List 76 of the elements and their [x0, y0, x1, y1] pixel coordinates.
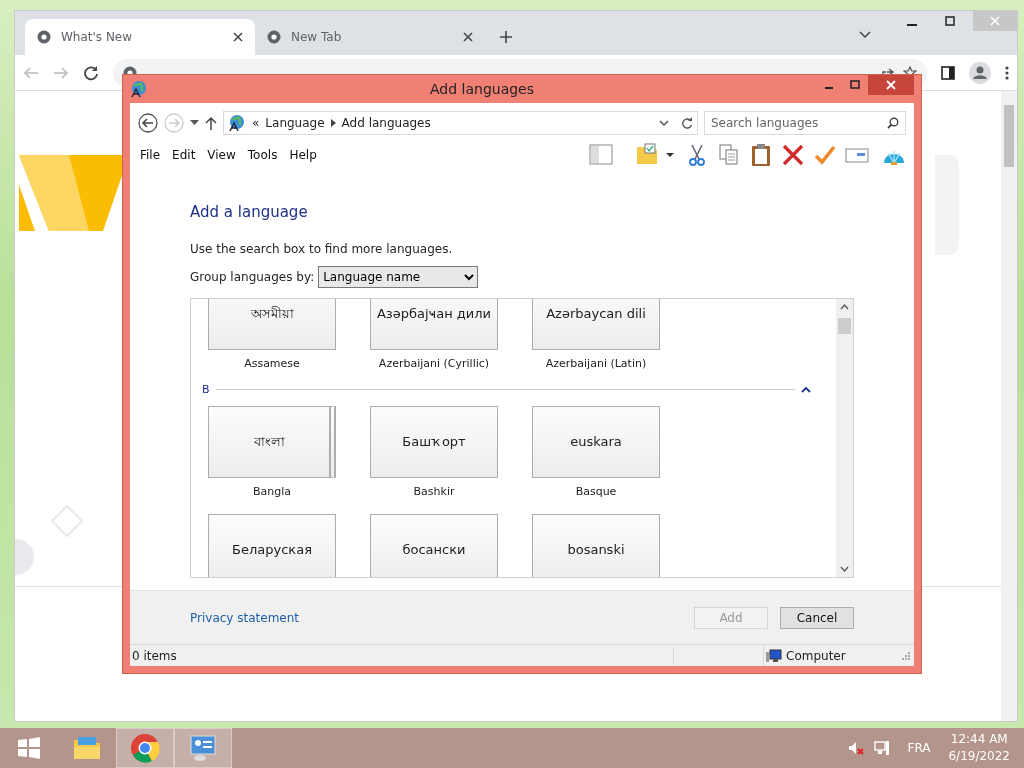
item-count: 0 items	[132, 648, 177, 663]
scroll-thumb[interactable]	[1004, 105, 1014, 167]
caret-icon[interactable]	[190, 120, 199, 126]
mute-icon[interactable]	[847, 740, 864, 756]
group-header: B	[202, 381, 210, 398]
window-title: Add languages	[429, 79, 535, 99]
caret-icon[interactable]	[859, 31, 871, 39]
language-tile[interactable]: Azərbaycan dili	[532, 298, 660, 350]
checkmark-icon[interactable]	[813, 143, 837, 167]
time-text: 12:44 AM	[949, 731, 1009, 748]
close-icon	[886, 80, 896, 90]
resize-grip-icon	[902, 651, 910, 660]
taskbar-button[interactable]	[116, 728, 174, 768]
close-button[interactable]	[868, 75, 914, 95]
reload-icon[interactable]	[83, 64, 99, 81]
side-panel-icon[interactable]	[941, 65, 955, 80]
clipboard-icon[interactable]	[749, 143, 773, 167]
cancel-button[interactable]: Cancel	[780, 606, 854, 629]
close-icon[interactable]	[463, 32, 473, 42]
windows-logo-icon	[17, 736, 41, 760]
language-tile[interactable]: অসমীয়া	[208, 298, 336, 350]
language-tile[interactable]: Азәрбајҹан дили	[370, 298, 498, 350]
maximize-icon	[945, 16, 955, 26]
language-name: Azerbaijani (Cyrillic)	[377, 355, 491, 372]
address-bar[interactable]: « Language Add languages	[223, 111, 698, 135]
language-tile[interactable]: босански	[370, 514, 498, 577]
control-panel-icon	[188, 733, 218, 763]
language-name: Assamese	[243, 355, 301, 372]
menu-item[interactable]: Help	[283, 144, 323, 166]
minimize-icon	[907, 24, 917, 26]
browser-tab[interactable]: What's New	[25, 19, 255, 55]
delete-icon[interactable]	[781, 143, 805, 167]
back-icon[interactable]	[138, 113, 158, 133]
language-name: Basque	[574, 484, 618, 500]
up-arrow-icon[interactable]	[205, 116, 217, 130]
profile-icon[interactable]	[969, 61, 991, 84]
instruction-text: Use the search box to find more languages.	[190, 240, 454, 258]
language-tile[interactable]: Беларуская	[208, 514, 336, 577]
chevron-icon	[330, 119, 336, 127]
date-text: 6/19/2022	[948, 748, 1010, 765]
privacy-link[interactable]: Privacy statement	[190, 608, 300, 627]
menu-item[interactable]: Tools	[241, 144, 284, 166]
taskbar-button[interactable]	[174, 728, 232, 768]
computer-icon	[766, 648, 782, 663]
scrollbar[interactable]	[836, 298, 853, 577]
language-tile[interactable]: Башҡорт	[370, 406, 498, 478]
menu-item[interactable]: File	[134, 144, 167, 166]
collapse-icon[interactable]	[801, 386, 811, 394]
menu-item[interactable]: View	[201, 144, 242, 166]
plus-icon[interactable]	[499, 30, 513, 44]
language-name: Bangla	[251, 484, 292, 500]
language-name: Azerbaijani (Latin)	[544, 355, 648, 372]
overflow-chevron[interactable]: «	[252, 114, 260, 132]
browser-tab[interactable]: New Tab	[255, 19, 485, 55]
menu-item[interactable]: Edit	[166, 144, 202, 166]
field-label: Group languages by:	[190, 268, 315, 286]
language-tile[interactable]: বাংলা	[208, 406, 336, 478]
heading: Add a language	[190, 202, 309, 223]
close-icon	[990, 16, 1000, 26]
language-tile[interactable]: bosanski	[532, 514, 660, 577]
maximize-icon	[850, 80, 860, 90]
search-icon[interactable]	[887, 117, 899, 129]
menu-icon[interactable]	[1005, 65, 1009, 80]
search-box[interactable]: Search languages	[704, 111, 906, 135]
scrollbar[interactable]	[1001, 91, 1017, 721]
network-icon[interactable]	[873, 740, 890, 756]
group-by-dropdown[interactable]: Language name	[318, 265, 479, 288]
breadcrumb-item[interactable]: Language	[265, 114, 325, 132]
close-icon[interactable]	[233, 32, 243, 42]
location-label: Computer	[786, 647, 846, 665]
language-tile[interactable]: euskara	[532, 406, 660, 478]
refresh-icon[interactable]	[681, 117, 693, 129]
scroll-thumb[interactable]	[838, 317, 851, 334]
dropdown-icon[interactable]	[659, 119, 669, 127]
language-name: Bashkir	[412, 484, 456, 500]
breadcrumb-item[interactable]: Add languages	[341, 114, 431, 132]
